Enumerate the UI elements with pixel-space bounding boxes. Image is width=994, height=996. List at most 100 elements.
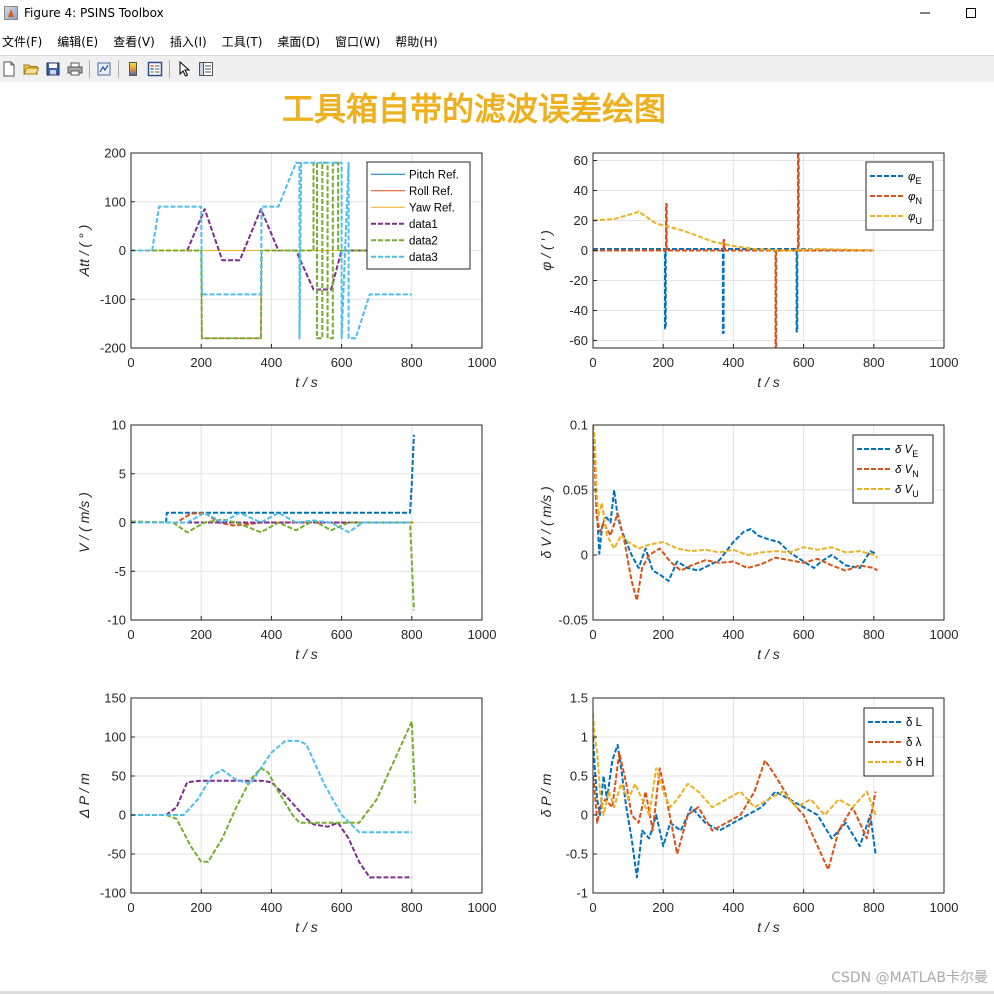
subplot-5: 0 200 400 600 800 1000 150 100 50 0 -50 -100 t / s Δ … xyxy=(76,691,496,936)
legend-label: data2 xyxy=(409,235,438,247)
x-tick-label: 600 xyxy=(331,900,353,915)
legend-label: δ H xyxy=(906,757,924,769)
save-icon[interactable] xyxy=(44,60,62,78)
menu-view[interactable]: 查看(V) xyxy=(113,33,155,50)
legend-icon[interactable] xyxy=(146,60,164,78)
y-tick-label: 1 xyxy=(581,730,588,745)
y-tick-label: -50 xyxy=(107,847,126,862)
figure-title: 工具箱自带的滤波误差绘图 xyxy=(282,90,666,128)
x-tick-label: 1000 xyxy=(468,900,497,915)
x-tick-label: 400 xyxy=(723,627,745,642)
y-tick-label: -100 xyxy=(100,886,126,901)
x-tick-label: 1000 xyxy=(468,355,497,370)
subplots: 0 200 400 600 800 10002001000-100-200t / sAtt… xyxy=(76,146,958,936)
y-axis-label: Att / ( ° ) xyxy=(76,225,92,278)
y-tick-label: 40 xyxy=(574,183,588,198)
y-axis-label: φ / ( ′ ) xyxy=(538,230,554,271)
figure-svg: 工具箱自带的滤波误差绘图 0 200 400 600 800 10002001000-10… xyxy=(76,90,988,986)
maximize-icon[interactable] xyxy=(948,0,994,26)
x-tick-label: 800 xyxy=(863,627,885,642)
y-tick-label: 5 xyxy=(119,466,126,481)
new-file-icon[interactable] xyxy=(0,60,18,78)
y-tick-label: 0 xyxy=(119,243,126,258)
y-tick-label: -5 xyxy=(114,564,126,579)
x-tick-label: 800 xyxy=(401,900,423,915)
legend: δ VEδ VNδ VU xyxy=(852,434,934,504)
y-tick-label: -100 xyxy=(100,292,126,307)
x-tick-label: 0 xyxy=(589,627,596,642)
menu-help[interactable]: 帮助(H) xyxy=(395,33,437,50)
y-tick-label: -20 xyxy=(569,273,588,288)
y-tick-label: 60 xyxy=(574,153,588,168)
x-axis-label: t / s xyxy=(295,919,318,935)
print-icon[interactable] xyxy=(66,60,84,78)
menu-insert[interactable]: 插入(I) xyxy=(170,33,207,50)
menu-edit[interactable]: 编辑(E) xyxy=(57,33,98,50)
x-tick-label: 800 xyxy=(401,627,423,642)
x-tick-label: 1000 xyxy=(930,355,959,370)
y-tick-label: 0 xyxy=(581,548,588,563)
y-tick-label: 200 xyxy=(104,146,126,161)
y-tick-label: 0 xyxy=(581,808,588,823)
link-plot-icon[interactable] xyxy=(95,60,113,78)
y-tick-label: 1.5 xyxy=(570,691,588,706)
window-controls xyxy=(902,0,994,26)
window-title: Figure 4: PSINS Toolbox xyxy=(24,6,164,20)
x-tick-label: 600 xyxy=(331,355,353,370)
x-tick-label: 400 xyxy=(723,355,745,370)
x-tick-label: 1000 xyxy=(468,627,497,642)
y-tick-label: -40 xyxy=(569,303,588,318)
y-tick-label: -200 xyxy=(100,341,126,356)
x-tick-label: 400 xyxy=(261,627,283,642)
legend-label-subscript: E xyxy=(916,176,922,186)
y-tick-label: 50 xyxy=(112,769,126,784)
y-tick-label: -0.5 xyxy=(566,847,588,862)
x-tick-label: 800 xyxy=(401,355,423,370)
pointer-icon[interactable] xyxy=(175,60,193,78)
legend-label-subscript: N xyxy=(912,469,919,479)
y-tick-label: 0.1 xyxy=(570,418,588,433)
y-tick-label: 0 xyxy=(581,243,588,258)
menu-window[interactable]: 窗口(W) xyxy=(335,33,380,50)
x-tick-label: 200 xyxy=(652,355,674,370)
x-tick-label: 200 xyxy=(190,900,212,915)
x-tick-label: 200 xyxy=(190,355,212,370)
y-axis-label: δ V / ( m/s ) xyxy=(538,486,554,558)
x-tick-label: 0 xyxy=(589,355,596,370)
x-tick-label: 200 xyxy=(652,627,674,642)
colorbar-icon[interactable] xyxy=(124,60,142,78)
x-tick-label: 600 xyxy=(793,627,815,642)
matlab-figure-icon xyxy=(4,6,18,20)
x-axis-label: t / s xyxy=(757,919,780,935)
y-tick-label: -1 xyxy=(576,886,588,901)
legend: φEφNφU xyxy=(865,161,934,231)
menu-desktop[interactable]: 桌面(D) xyxy=(277,33,320,50)
x-axis-label: t / s xyxy=(295,374,318,390)
watermark: CSDN @MATLAB卡尔曼 xyxy=(831,970,988,986)
legend: δ L δ λ δ H xyxy=(863,707,934,777)
y-tick-label: 0 xyxy=(119,515,126,530)
legend: Pitch Ref. Roll Ref. Yaw Ref. data1 data2 dat… xyxy=(366,161,471,270)
minimize-icon[interactable] xyxy=(902,0,948,26)
y-tick-label: 20 xyxy=(574,213,588,228)
legend-label: δ λ xyxy=(906,737,922,749)
y-tick-label: 0.5 xyxy=(570,769,588,784)
open-folder-icon[interactable] xyxy=(22,60,40,78)
toolbar-separator xyxy=(118,60,119,78)
menu-file[interactable]: 文件(F) xyxy=(2,33,42,50)
x-tick-label: 200 xyxy=(652,900,674,915)
x-tick-label: 0 xyxy=(589,900,596,915)
property-editor-icon[interactable] xyxy=(197,60,215,78)
x-tick-label: 400 xyxy=(261,900,283,915)
x-axis-label: t / s xyxy=(295,646,318,662)
menu-tools[interactable]: 工具(T) xyxy=(222,33,263,50)
x-tick-label: 400 xyxy=(723,900,745,915)
x-tick-label: 600 xyxy=(793,900,815,915)
legend-label: Pitch Ref. xyxy=(409,169,459,181)
x-tick-label: 400 xyxy=(261,355,283,370)
toolbar-separator xyxy=(169,60,170,78)
axes-background xyxy=(131,698,482,893)
y-tick-label: -0.05 xyxy=(558,613,588,628)
legend-label: data1 xyxy=(409,219,438,231)
x-tick-label: 0 xyxy=(127,627,134,642)
